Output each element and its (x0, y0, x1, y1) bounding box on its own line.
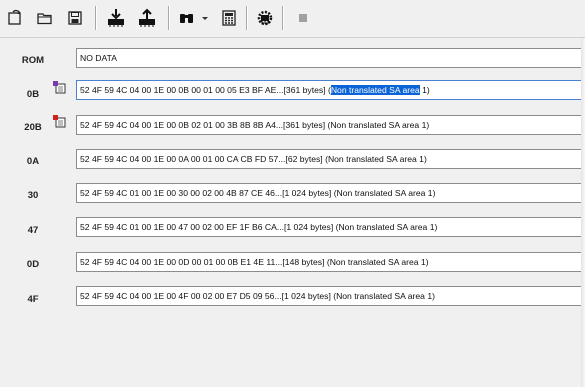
row-label-rom: ROM (21, 55, 45, 66)
sa-field-0b-text-end: 1) (419, 85, 430, 95)
settings-chip-icon[interactable] (254, 7, 276, 29)
row-label-0d: 0D (26, 259, 40, 270)
stop-icon[interactable] (292, 7, 314, 29)
binoculars-icon[interactable] (176, 7, 210, 29)
toolbar-separator (95, 6, 97, 30)
read-chip-icon[interactable] (105, 7, 127, 29)
write-chip-icon[interactable] (136, 7, 158, 29)
sa-field-0d[interactable]: 52 4F 59 4C 04 00 1E 00 0D 00 01 00 0B E… (76, 252, 585, 272)
toolbar (0, 0, 585, 38)
toolbar-separator (168, 6, 170, 30)
toolbar-separator (282, 6, 284, 30)
sa-field-0b[interactable]: 52 4F 59 4C 04 00 1E 00 0B 00 01 00 05 E… (76, 80, 585, 100)
row-label-0b: 0B (26, 89, 40, 100)
sa-area-panel: ROM NO DATA 0B 52 4F 59 4C 04 00 1E 00 0… (0, 38, 585, 387)
row-label-47: 47 (27, 225, 39, 236)
save-icon[interactable] (64, 7, 86, 29)
toolbar-separator (246, 6, 248, 30)
sa-field-20b[interactable]: 52 4F 59 4C 04 00 1E 00 0B 02 01 00 3B 8… (76, 115, 585, 135)
row-label-20b: 20B (24, 122, 42, 133)
sa-field-4f[interactable]: 52 4F 59 4C 04 00 1E 00 4F 00 02 00 E7 D… (76, 286, 585, 306)
rom-field[interactable]: NO DATA (76, 48, 585, 68)
refresh-icon[interactable] (4, 7, 26, 29)
sa-field-0b-text: 52 4F 59 4C 04 00 1E 00 0B 00 01 00 05 E… (80, 85, 331, 95)
open-folder-icon[interactable] (34, 7, 56, 29)
row-label-4f: 4F (27, 294, 39, 305)
window-edge (581, 38, 585, 387)
sa-area-icon[interactable] (52, 114, 66, 128)
sa-field-30[interactable]: 52 4F 59 4C 01 00 1E 00 30 00 02 00 4B 8… (76, 183, 585, 203)
sa-area-icon[interactable] (52, 80, 66, 94)
calculator-icon[interactable] (218, 7, 240, 29)
row-label-0a: 0A (26, 156, 40, 167)
sa-field-0a[interactable]: 52 4F 59 4C 04 00 1E 00 0A 00 01 00 CA C… (76, 149, 585, 169)
selected-text: Non translated SA area (330, 85, 420, 95)
row-label-30: 30 (27, 190, 39, 201)
sa-field-47[interactable]: 52 4F 59 4C 01 00 1E 00 47 00 02 00 EF 1… (76, 217, 585, 237)
